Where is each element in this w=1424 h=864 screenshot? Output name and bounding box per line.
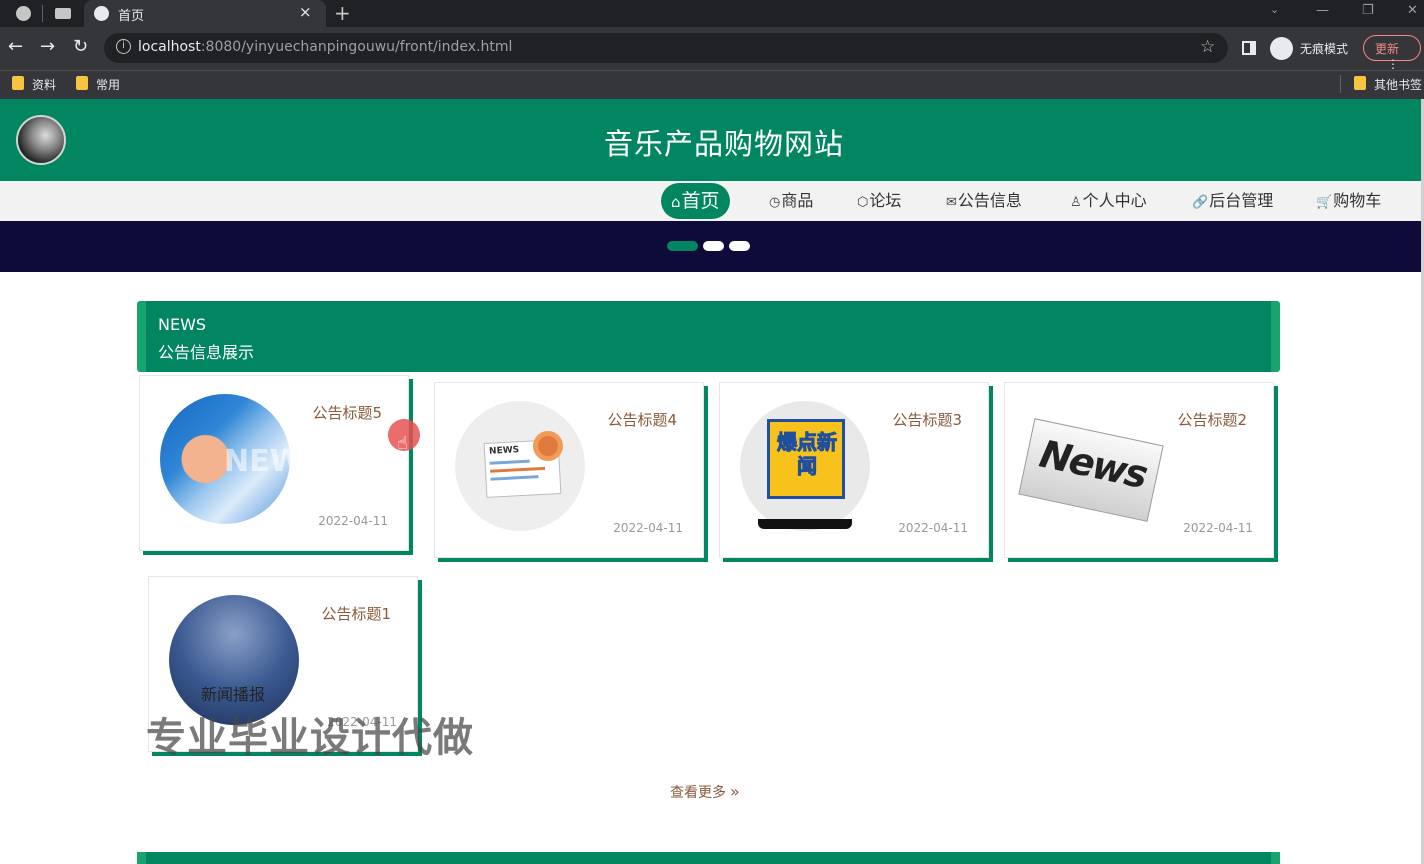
incognito-label[interactable]: 无痕模式 bbox=[1300, 40, 1348, 57]
web-page: 音乐产品购物网站 ⌂首页 ◷商品 ⬡论坛 ✉公告信息 ♙个人中心 🔗后台管理 🛒… bbox=[0, 99, 1424, 864]
news-section-header: NEWS 公告信息展示 bbox=[137, 301, 1280, 372]
tab-title: 首页 bbox=[118, 9, 145, 24]
globe-news-image: NEW bbox=[160, 394, 303, 524]
window-icon[interactable] bbox=[55, 8, 71, 19]
news-card[interactable]: News 公告标题2 2022-04-11 bbox=[1004, 382, 1274, 558]
tv-stand bbox=[758, 519, 852, 529]
close-window-icon[interactable]: ✕ bbox=[1407, 3, 1418, 18]
nav-announcements[interactable]: ✉公告信息 bbox=[946, 181, 1022, 221]
card-title[interactable]: 公告标题3 bbox=[892, 409, 962, 430]
restore-icon[interactable]: ❐ bbox=[1362, 3, 1374, 18]
forward-icon[interactable]: → bbox=[40, 37, 55, 57]
nav-admin[interactable]: 🔗后台管理 bbox=[1192, 181, 1273, 221]
other-bookmarks-folder[interactable]: 其他书签 bbox=[1354, 76, 1422, 93]
section-title-en: NEWS bbox=[158, 315, 207, 334]
card-title[interactable]: 公告标题1 bbox=[321, 603, 391, 624]
nav-products[interactable]: ◷商品 bbox=[769, 181, 813, 221]
browser-tab[interactable]: 首页 × bbox=[84, 0, 326, 27]
cart-icon: 🛒 bbox=[1316, 195, 1333, 210]
bookmark-star-icon[interactable]: ☆ bbox=[1200, 37, 1215, 57]
user-icon: ♙ bbox=[1070, 195, 1082, 210]
bookmark-folder[interactable]: 资料 bbox=[12, 76, 56, 93]
incognito-icon[interactable] bbox=[1270, 37, 1293, 60]
globe-icon[interactable] bbox=[16, 6, 31, 21]
card-date: 2022-04-11 bbox=[1183, 521, 1253, 535]
update-button[interactable]: 更新⋮ bbox=[1363, 35, 1421, 71]
nav-cart[interactable]: 🛒购物车 bbox=[1316, 181, 1381, 221]
news-paper-image: News bbox=[1018, 401, 1164, 531]
bookmarks-separator bbox=[1340, 75, 1341, 93]
news-card[interactable]: NEW 公告标题5 2022-04-11 bbox=[139, 375, 409, 551]
newspaper-graphic: News bbox=[1018, 418, 1164, 522]
bookmarks-bar: 资料 常用 其他书签 bbox=[0, 70, 1424, 99]
carousel-dot[interactable] bbox=[729, 241, 750, 251]
image-caption: NEW bbox=[224, 444, 303, 479]
cube-icon: ⬡ bbox=[857, 195, 869, 210]
breaking-news-tv-image: 爆点新闻 bbox=[740, 401, 870, 531]
back-icon[interactable]: ← bbox=[8, 37, 23, 57]
link-icon: 🔗 bbox=[1192, 195, 1209, 210]
newspaper-camera-image: NEWS bbox=[455, 401, 585, 531]
minimize-icon[interactable]: — bbox=[1316, 3, 1329, 18]
tab-close-icon[interactable]: × bbox=[299, 3, 312, 21]
news-card[interactable]: 爆点新闻 公告标题3 2022-04-11 bbox=[719, 382, 989, 558]
nav-home[interactable]: ⌂首页 bbox=[661, 183, 730, 219]
double-chevron-icon: » bbox=[730, 782, 740, 801]
favicon-icon bbox=[94, 6, 109, 21]
mail-icon: ✉ bbox=[946, 195, 957, 210]
site-title: 音乐产品购物网站 bbox=[603, 127, 844, 161]
chevron-down-icon[interactable]: ⌄ bbox=[1270, 3, 1279, 16]
card-title[interactable]: 公告标题5 bbox=[312, 402, 382, 423]
info-icon[interactable]: i bbox=[116, 39, 131, 54]
url-text[interactable]: localhost:8080/yinyuechanpingouwu/front/… bbox=[138, 39, 512, 55]
main-nav: ⌂首页 ◷商品 ⬡论坛 ✉公告信息 ♙个人中心 🔗后台管理 🛒购物车 bbox=[0, 181, 1421, 221]
news-card[interactable]: NEWS 公告标题4 2022-04-11 bbox=[434, 382, 704, 558]
camera-graphic bbox=[533, 431, 563, 461]
carousel-dot[interactable] bbox=[703, 241, 724, 251]
home-icon: ⌂ bbox=[671, 193, 681, 211]
hand-cursor-icon: ☝ bbox=[397, 433, 408, 454]
section-title-cn: 公告信息展示 bbox=[158, 343, 255, 362]
carousel-banner[interactable] bbox=[0, 221, 1421, 272]
tab-separator bbox=[42, 5, 43, 22]
site-header: 音乐产品购物网站 bbox=[0, 99, 1421, 181]
browser-tab-bar: 首页 × + ⌄ — ❐ ✕ bbox=[0, 0, 1424, 27]
bookmark-folder[interactable]: 常用 bbox=[76, 76, 120, 93]
browser-toolbar: ← → ↻ i localhost:8080/yinyuechanpingouw… bbox=[0, 27, 1424, 71]
tv-graphic: 爆点新闻 bbox=[767, 419, 845, 499]
side-panel-icon[interactable] bbox=[1242, 41, 1256, 55]
carousel-dot-active[interactable] bbox=[667, 241, 698, 251]
card-title[interactable]: 公告标题4 bbox=[607, 409, 677, 430]
address-bar[interactable]: i localhost:8080/yinyuechanpingouwu/fron… bbox=[104, 33, 1228, 63]
next-section-header bbox=[137, 852, 1280, 864]
card-date: 2022-04-11 bbox=[318, 514, 388, 528]
dashboard-icon: ◷ bbox=[769, 195, 781, 210]
card-date: 2022-04-11 bbox=[898, 521, 968, 535]
view-more-link[interactable]: 查看更多» bbox=[670, 782, 740, 802]
watermark-text: 专业毕业设计代做 bbox=[146, 715, 474, 761]
card-title[interactable]: 公告标题2 bbox=[1177, 409, 1247, 430]
new-tab-icon[interactable]: + bbox=[334, 1, 351, 25]
nav-forum[interactable]: ⬡论坛 bbox=[857, 181, 901, 221]
reload-icon[interactable]: ↻ bbox=[73, 37, 88, 57]
nav-profile[interactable]: ♙个人中心 bbox=[1070, 181, 1147, 221]
card-date: 2022-04-11 bbox=[613, 521, 683, 535]
